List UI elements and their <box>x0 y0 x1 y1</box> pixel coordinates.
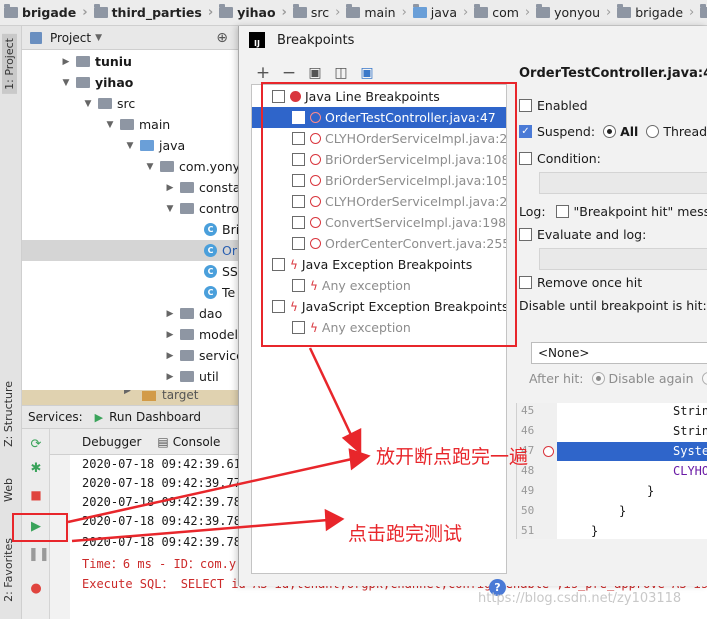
arrow-head <box>341 427 362 455</box>
annotation-click-run: 点击跑完测试 <box>348 523 463 545</box>
arrow-line <box>67 457 353 524</box>
arrow-head <box>324 508 345 532</box>
arrow-head <box>348 448 371 471</box>
watermark: https://blog.csdn.net/zy103118 <box>478 591 682 606</box>
arrow-line <box>71 518 329 543</box>
annotation-release-breakpoints: 放开断点跑完一遍 <box>376 446 529 468</box>
arrow-line <box>308 347 354 438</box>
